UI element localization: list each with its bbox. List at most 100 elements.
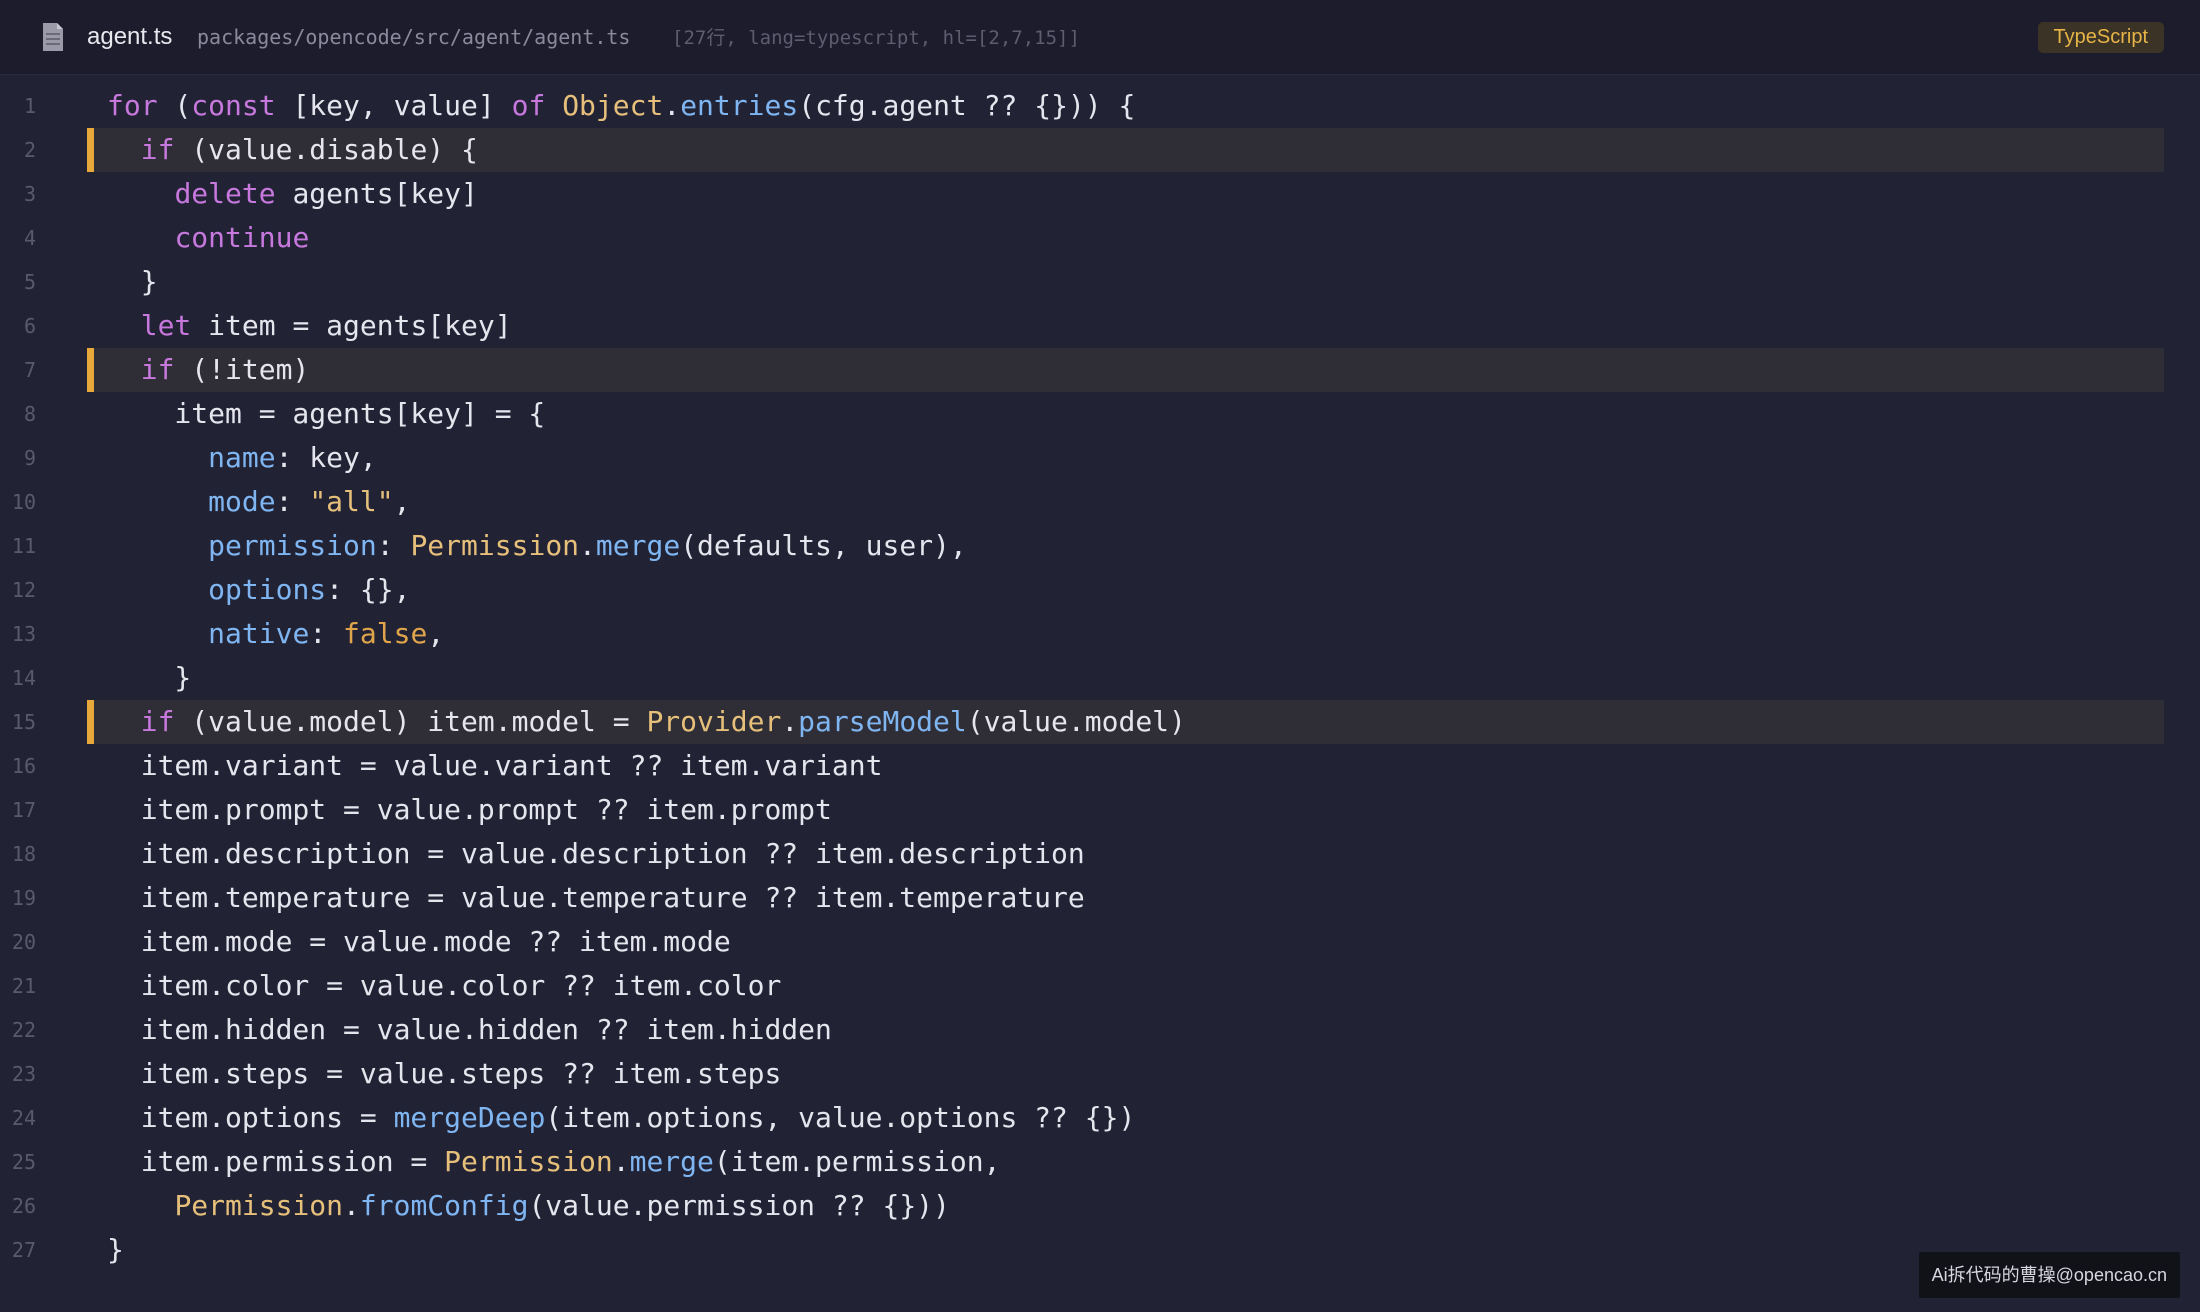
code-text: if (!item)	[107, 348, 310, 392]
code-line[interactable]: 15 if (value.model) item.model = Provide…	[0, 700, 2200, 744]
line-highlight-marker	[87, 128, 94, 172]
code-text: item.variant = value.variant ?? item.var…	[107, 744, 883, 788]
language-badge[interactable]: TypeScript	[2037, 22, 2164, 53]
code-line[interactable]: 21 item.color = value.color ?? item.colo…	[0, 964, 2200, 1008]
code-line[interactable]: 17 item.prompt = value.prompt ?? item.pr…	[0, 788, 2200, 832]
code-text: item.color = value.color ?? item.color	[107, 964, 782, 1008]
code-line[interactable]: 23 item.steps = value.steps ?? item.step…	[0, 1052, 2200, 1096]
code-line[interactable]: 26 Permission.fromConfig(value.permissio…	[0, 1184, 2200, 1228]
code-token: item.description = value.description ?? …	[107, 837, 1085, 870]
code-token: name	[208, 441, 276, 474]
line-number: 16	[11, 754, 36, 778]
code-token: mode	[208, 485, 276, 518]
line-number: 12	[11, 578, 36, 602]
code-token: item.temperature = value.temperature ?? …	[107, 881, 1085, 914]
code-token: : key,	[275, 441, 377, 474]
code-token: [key, value]	[275, 89, 512, 122]
line-number: 23	[11, 1062, 36, 1086]
code-line[interactable]: 14 }	[0, 656, 2200, 700]
code-token: item.steps = value.steps ?? item.steps	[107, 1057, 782, 1090]
code-token: parseModel	[798, 705, 967, 738]
code-text: item.prompt = value.prompt ?? item.promp…	[107, 788, 832, 832]
line-number: 13	[11, 622, 36, 646]
code-token: delete	[174, 177, 276, 210]
code-line[interactable]: 16 item.variant = value.variant ?? item.…	[0, 744, 2200, 788]
code-text: if (value.disable) {	[107, 128, 478, 172]
code-token: .	[579, 529, 596, 562]
code-text: let item = agents[key]	[107, 304, 512, 348]
code-token: (!item)	[174, 353, 310, 386]
code-text: permission: Permission.merge(defaults, u…	[107, 524, 967, 568]
code-text: mode: "all",	[107, 480, 410, 524]
code-token: .	[781, 705, 799, 738]
line-number: 8	[23, 402, 36, 426]
editor-header: agent.ts packages/opencode/src/agent/age…	[0, 0, 2200, 75]
code-line[interactable]: 12 options: {},	[0, 568, 2200, 612]
code-line[interactable]: 9 name: key,	[0, 436, 2200, 480]
code-token: continue	[174, 221, 310, 254]
code-text: if (value.model) item.model = Provider.p…	[107, 700, 1186, 744]
line-number: 11	[11, 534, 36, 558]
code-token: item.mode = value.mode ?? item.mode	[107, 925, 731, 958]
code-line[interactable]: 3 delete agents[key]	[0, 172, 2200, 216]
code-view[interactable]: 1 for (const [key, value] of Object.entri…	[0, 74, 2200, 1312]
code-token: .	[612, 1145, 630, 1178]
code-token: (item.options, value.options ?? {})	[545, 1101, 1136, 1134]
code-line[interactable]: 27}	[0, 1228, 2200, 1272]
code-text: options: {},	[107, 568, 410, 612]
code-token: mergeDeep	[393, 1101, 546, 1134]
code-token: item.hidden = value.hidden ?? item.hidde…	[107, 1013, 832, 1046]
code-token: item = agents[key]	[191, 309, 512, 342]
code-line[interactable]: 2 if (value.disable) {	[0, 128, 2200, 172]
code-token: if	[140, 705, 175, 738]
code-line[interactable]: 1 for (const [key, value] of Object.entri…	[0, 84, 2200, 128]
code-text: continue	[107, 216, 309, 260]
code-line[interactable]: 20 item.mode = value.mode ?? item.mode	[0, 920, 2200, 964]
code-token: false	[343, 617, 428, 650]
code-line[interactable]: 19 item.temperature = value.temperature …	[0, 876, 2200, 920]
code-text: }	[107, 656, 191, 700]
code-line[interactable]: 22 item.hidden = value.hidden ?? item.hi…	[0, 1008, 2200, 1052]
file-path: packages/opencode/src/agent/agent.ts	[197, 25, 631, 49]
code-token: item.variant = value.variant ?? item.var…	[107, 749, 883, 782]
code-line[interactable]: 11 permission: Permission.merge(defaults…	[0, 524, 2200, 568]
code-line[interactable]: 8 item = agents[key] = {	[0, 392, 2200, 436]
code-line[interactable]: 4 continue	[0, 216, 2200, 260]
line-number: 7	[23, 358, 36, 382]
line-number: 15	[11, 710, 36, 734]
line-number: 2	[23, 138, 36, 162]
code-line[interactable]: 6 let item = agents[key]	[0, 304, 2200, 348]
code-line[interactable]: 10 mode: "all",	[0, 480, 2200, 524]
line-number: 27	[11, 1238, 36, 1262]
code-token: item.permission =	[107, 1145, 445, 1178]
file-meta: [27行, lang=typescript, hl=[2,7,15]]	[672, 27, 1080, 49]
code-token: if	[140, 133, 175, 166]
code-token: (value.model)	[966, 705, 1186, 738]
code-line[interactable]: 18 item.description = value.description …	[0, 832, 2200, 876]
code-text: }	[107, 260, 158, 304]
code-token: if	[140, 353, 175, 386]
line-number: 6	[23, 314, 36, 338]
code-token: :	[376, 529, 411, 562]
line-number: 10	[11, 490, 36, 514]
code-token: (cfg.agent ?? {})) {	[798, 89, 1136, 122]
file-icon	[43, 23, 63, 51]
code-token: .	[343, 1189, 360, 1222]
code-line[interactable]: 24 item.options = mergeDeep(item.options…	[0, 1096, 2200, 1140]
code-line[interactable]: 25 item.permission = Permission.merge(it…	[0, 1140, 2200, 1184]
code-token: of	[511, 89, 546, 122]
code-line[interactable]: 13 native: false,	[0, 612, 2200, 656]
code-token: (value.disable) {	[174, 133, 478, 166]
code-line[interactable]: 7 if (!item)	[0, 348, 2200, 392]
code-token: Permission	[410, 529, 580, 562]
code-token: for	[107, 89, 158, 122]
code-text: item.description = value.description ?? …	[107, 832, 1085, 876]
code-token: Provider	[646, 705, 782, 738]
code-line[interactable]: 5 }	[0, 260, 2200, 304]
line-number: 25	[11, 1150, 36, 1174]
